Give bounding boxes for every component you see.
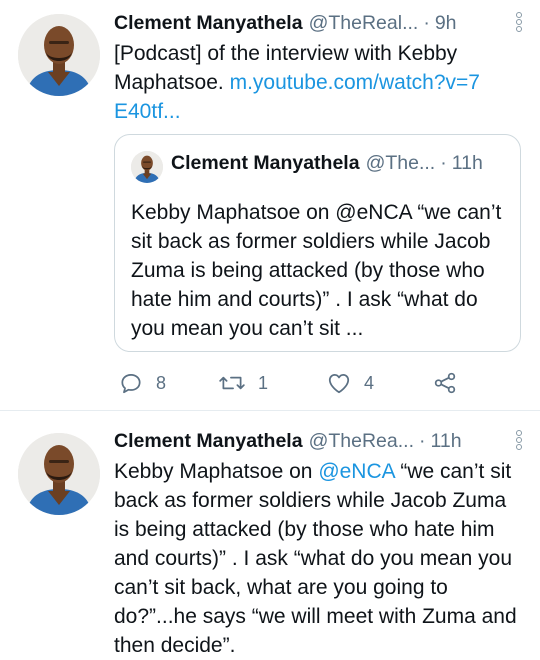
timestamp[interactable]: 9h (435, 12, 457, 35)
tweet-header: Clement Manyathela @TheRea... · 11h (114, 426, 526, 456)
tweet-header: Clement Manyathela @TheReal... · 9h (114, 8, 526, 38)
tweet-text: [Podcast] of the interview with Kebby Ma… (114, 39, 484, 126)
author-name[interactable]: Clement Manyathela (114, 12, 303, 35)
author-name[interactable]: Clement Manyathela (114, 430, 303, 453)
quoted-text: Kebby Maphatsoe on @eNCA “we can’t sit b… (131, 201, 502, 340)
avatar[interactable] (18, 14, 100, 96)
mention-link[interactable]: @eNCA (318, 460, 394, 483)
quoted-author-handle: @The... (365, 152, 436, 174)
quoted-author-name: Clement Manyathela (171, 152, 360, 174)
share-icon (434, 372, 456, 394)
separator-dot: · (440, 152, 447, 174)
separator-dot: · (423, 11, 430, 34)
reply-icon (121, 374, 141, 394)
quoted-tweet[interactable]: Clement Manyathela @The... · 11h Kebby M… (114, 134, 521, 352)
like-count: 4 (364, 372, 375, 393)
tweet-text: Kebby Maphatsoe on @eNCA “we can’t sit b… (114, 457, 526, 660)
avatar[interactable] (18, 433, 100, 515)
author-handle[interactable]: @TheReal... (309, 12, 419, 35)
reply-button[interactable]: 8 (118, 365, 166, 401)
share-button[interactable] (432, 365, 458, 401)
tweet[interactable]: Clement Manyathela @TheReal... · 9h [Pod… (0, 0, 540, 410)
quoted-timestamp: 11h (451, 152, 483, 174)
retweet-icon (219, 376, 245, 390)
more-icon[interactable] (512, 12, 526, 36)
quoted-header: Clement Manyathela @The... · 11h (171, 152, 483, 175)
tweet-actions: 8 1 4 (114, 365, 474, 401)
author-handle[interactable]: @TheRea... (309, 430, 414, 453)
separator-dot: · (418, 429, 426, 452)
like-icon (328, 374, 350, 394)
tweet-text-body: Kebby Maphatsoe on (114, 460, 319, 483)
reply-count: 8 (156, 372, 167, 393)
retweet-button[interactable]: 1 (218, 365, 268, 401)
like-button[interactable]: 4 (326, 365, 374, 401)
timestamp[interactable]: 11h (430, 430, 461, 453)
more-icon[interactable] (512, 430, 526, 454)
tweet-text-body: “we can’t sit back as former soldiers wh… (114, 460, 517, 657)
retweet-count: 1 (258, 372, 269, 393)
quoted-avatar (131, 151, 163, 183)
tweet[interactable]: Clement Manyathela @TheRea... · 11h Kebb… (0, 411, 540, 659)
